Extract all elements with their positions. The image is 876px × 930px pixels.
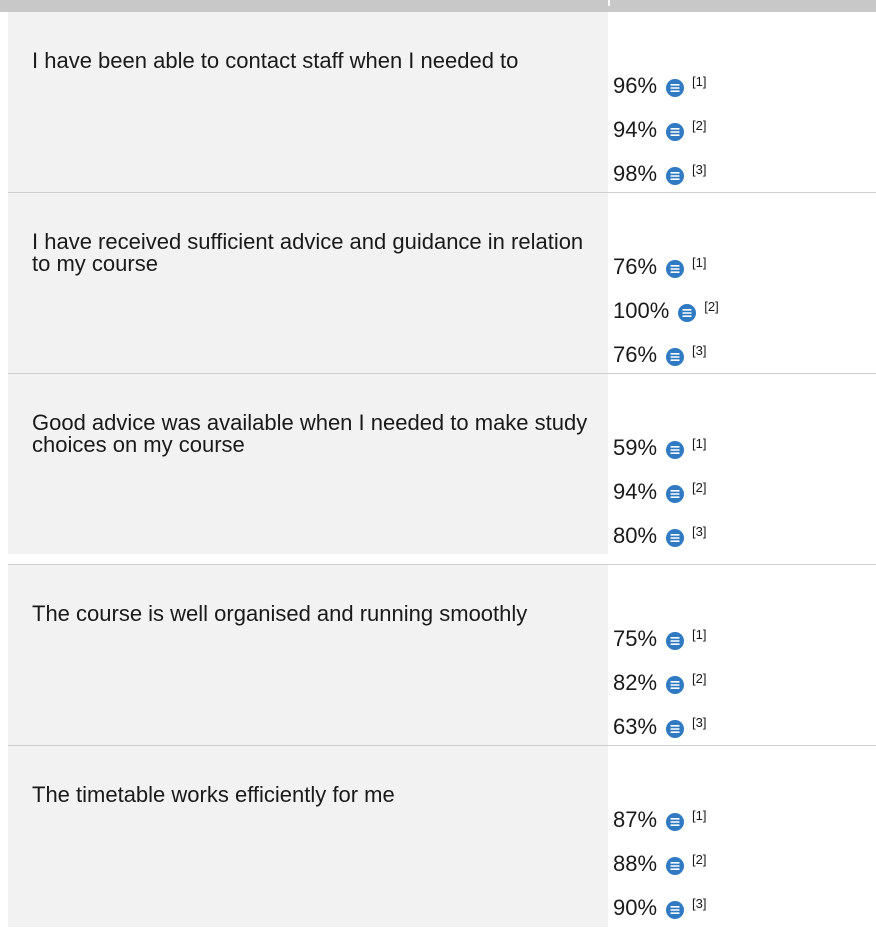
note-icon[interactable] — [666, 899, 685, 919]
reference-marker: [1] — [692, 807, 707, 823]
note-icon[interactable] — [666, 811, 685, 831]
question-text: The timetable works efficiently for me — [32, 782, 395, 807]
table-row: The timetable works efficiently for me 8… — [8, 746, 876, 927]
note-icon[interactable] — [666, 527, 685, 547]
answer-line: 59% [1] — [613, 426, 863, 470]
note-icon[interactable] — [666, 718, 685, 738]
answer-line: 96% [1] — [613, 64, 863, 108]
note-icon[interactable] — [666, 121, 685, 141]
percentage-value: 96% — [613, 73, 658, 98]
answer-line: 87% [1] — [613, 798, 863, 842]
answer-line: 94% [2] — [613, 108, 863, 152]
question-text: I have received sufficient advice and gu… — [32, 229, 584, 276]
answer-line: 75% [1] — [613, 617, 863, 661]
percentage-value: 82% — [613, 670, 658, 695]
percentage-value: 88% — [613, 851, 658, 876]
reference-marker: [3] — [692, 342, 707, 358]
answers-cell: 59% [1] 94% [2] 80% [3] — [613, 426, 863, 558]
reference-marker: [2] — [692, 479, 707, 495]
top-divider — [0, 0, 876, 12]
reference-marker: [1] — [692, 254, 707, 270]
question-text: Good advice was available when I needed … — [32, 410, 588, 457]
answer-line: 80% [3] — [613, 514, 863, 558]
question-cell: The course is well organised and running… — [8, 565, 608, 745]
reference-marker: [1] — [692, 73, 707, 89]
percentage-value: 98% — [613, 161, 658, 186]
percentage-value: 76% — [613, 342, 658, 367]
table-row: I have received sufficient advice and gu… — [8, 193, 876, 374]
reference-marker: [2] — [692, 117, 707, 133]
reference-marker: [1] — [692, 435, 707, 451]
question-cell: Good advice was available when I needed … — [8, 374, 608, 554]
answer-line: 88% [2] — [613, 842, 863, 886]
note-icon[interactable] — [666, 674, 685, 694]
answer-line: 94% [2] — [613, 470, 863, 514]
answers-cell: 96% [1] 94% [2] 98% [3] — [613, 64, 863, 196]
reference-marker: [1] — [692, 626, 707, 642]
percentage-value: 63% — [613, 714, 658, 739]
answer-line: 90% [3] — [613, 886, 863, 930]
reference-marker: [2] — [692, 670, 707, 686]
reference-marker: [3] — [692, 895, 707, 911]
percentage-value: 59% — [613, 435, 658, 460]
question-cell: I have received sufficient advice and gu… — [8, 193, 608, 373]
note-icon[interactable] — [666, 77, 685, 97]
note-icon[interactable] — [666, 439, 685, 459]
percentage-value: 90% — [613, 895, 658, 920]
answer-line: 98% [3] — [613, 152, 863, 196]
answer-line: 76% [3] — [613, 333, 863, 377]
note-icon[interactable] — [666, 855, 685, 875]
note-icon[interactable] — [666, 165, 685, 185]
percentage-value: 80% — [613, 523, 658, 548]
table-row: The course is well organised and running… — [8, 565, 876, 746]
answers-cell: 76% [1] 100% [2] 76% [3] — [613, 245, 863, 377]
note-icon[interactable] — [666, 630, 685, 650]
percentage-value: 94% — [613, 479, 658, 504]
column-separator — [608, 0, 610, 6]
question-text: The course is well organised and running… — [32, 601, 528, 626]
table-row: Good advice was available when I needed … — [8, 374, 876, 555]
answer-line: 63% [3] — [613, 705, 863, 749]
answer-line: 82% [2] — [613, 661, 863, 705]
reference-marker: [3] — [692, 161, 707, 177]
answer-line: 100% [2] — [613, 289, 863, 333]
answers-cell: 75% [1] 82% [2] 63% [3] — [613, 617, 863, 749]
percentage-value: 75% — [613, 626, 658, 651]
answers-cell: 87% [1] 88% [2] 90% [3] — [613, 798, 863, 930]
note-icon[interactable] — [678, 302, 697, 322]
answer-line: 76% [1] — [613, 245, 863, 289]
reference-marker: [3] — [692, 523, 707, 539]
reference-marker: [2] — [704, 298, 719, 314]
note-icon[interactable] — [666, 483, 685, 503]
percentage-value: 76% — [613, 254, 658, 279]
reference-marker: [3] — [692, 714, 707, 730]
survey-results-table: I have been able to contact staff when I… — [8, 12, 876, 927]
question-cell: The timetable works efficiently for me — [8, 746, 608, 927]
note-icon[interactable] — [666, 258, 685, 278]
question-text: I have been able to contact staff when I… — [32, 48, 519, 73]
percentage-value: 94% — [613, 117, 658, 142]
question-cell: I have been able to contact staff when I… — [8, 12, 608, 192]
reference-marker: [2] — [692, 851, 707, 867]
percentage-value: 100% — [613, 298, 670, 323]
note-icon[interactable] — [666, 346, 685, 366]
percentage-value: 87% — [613, 807, 658, 832]
table-row: I have been able to contact staff when I… — [8, 12, 876, 193]
